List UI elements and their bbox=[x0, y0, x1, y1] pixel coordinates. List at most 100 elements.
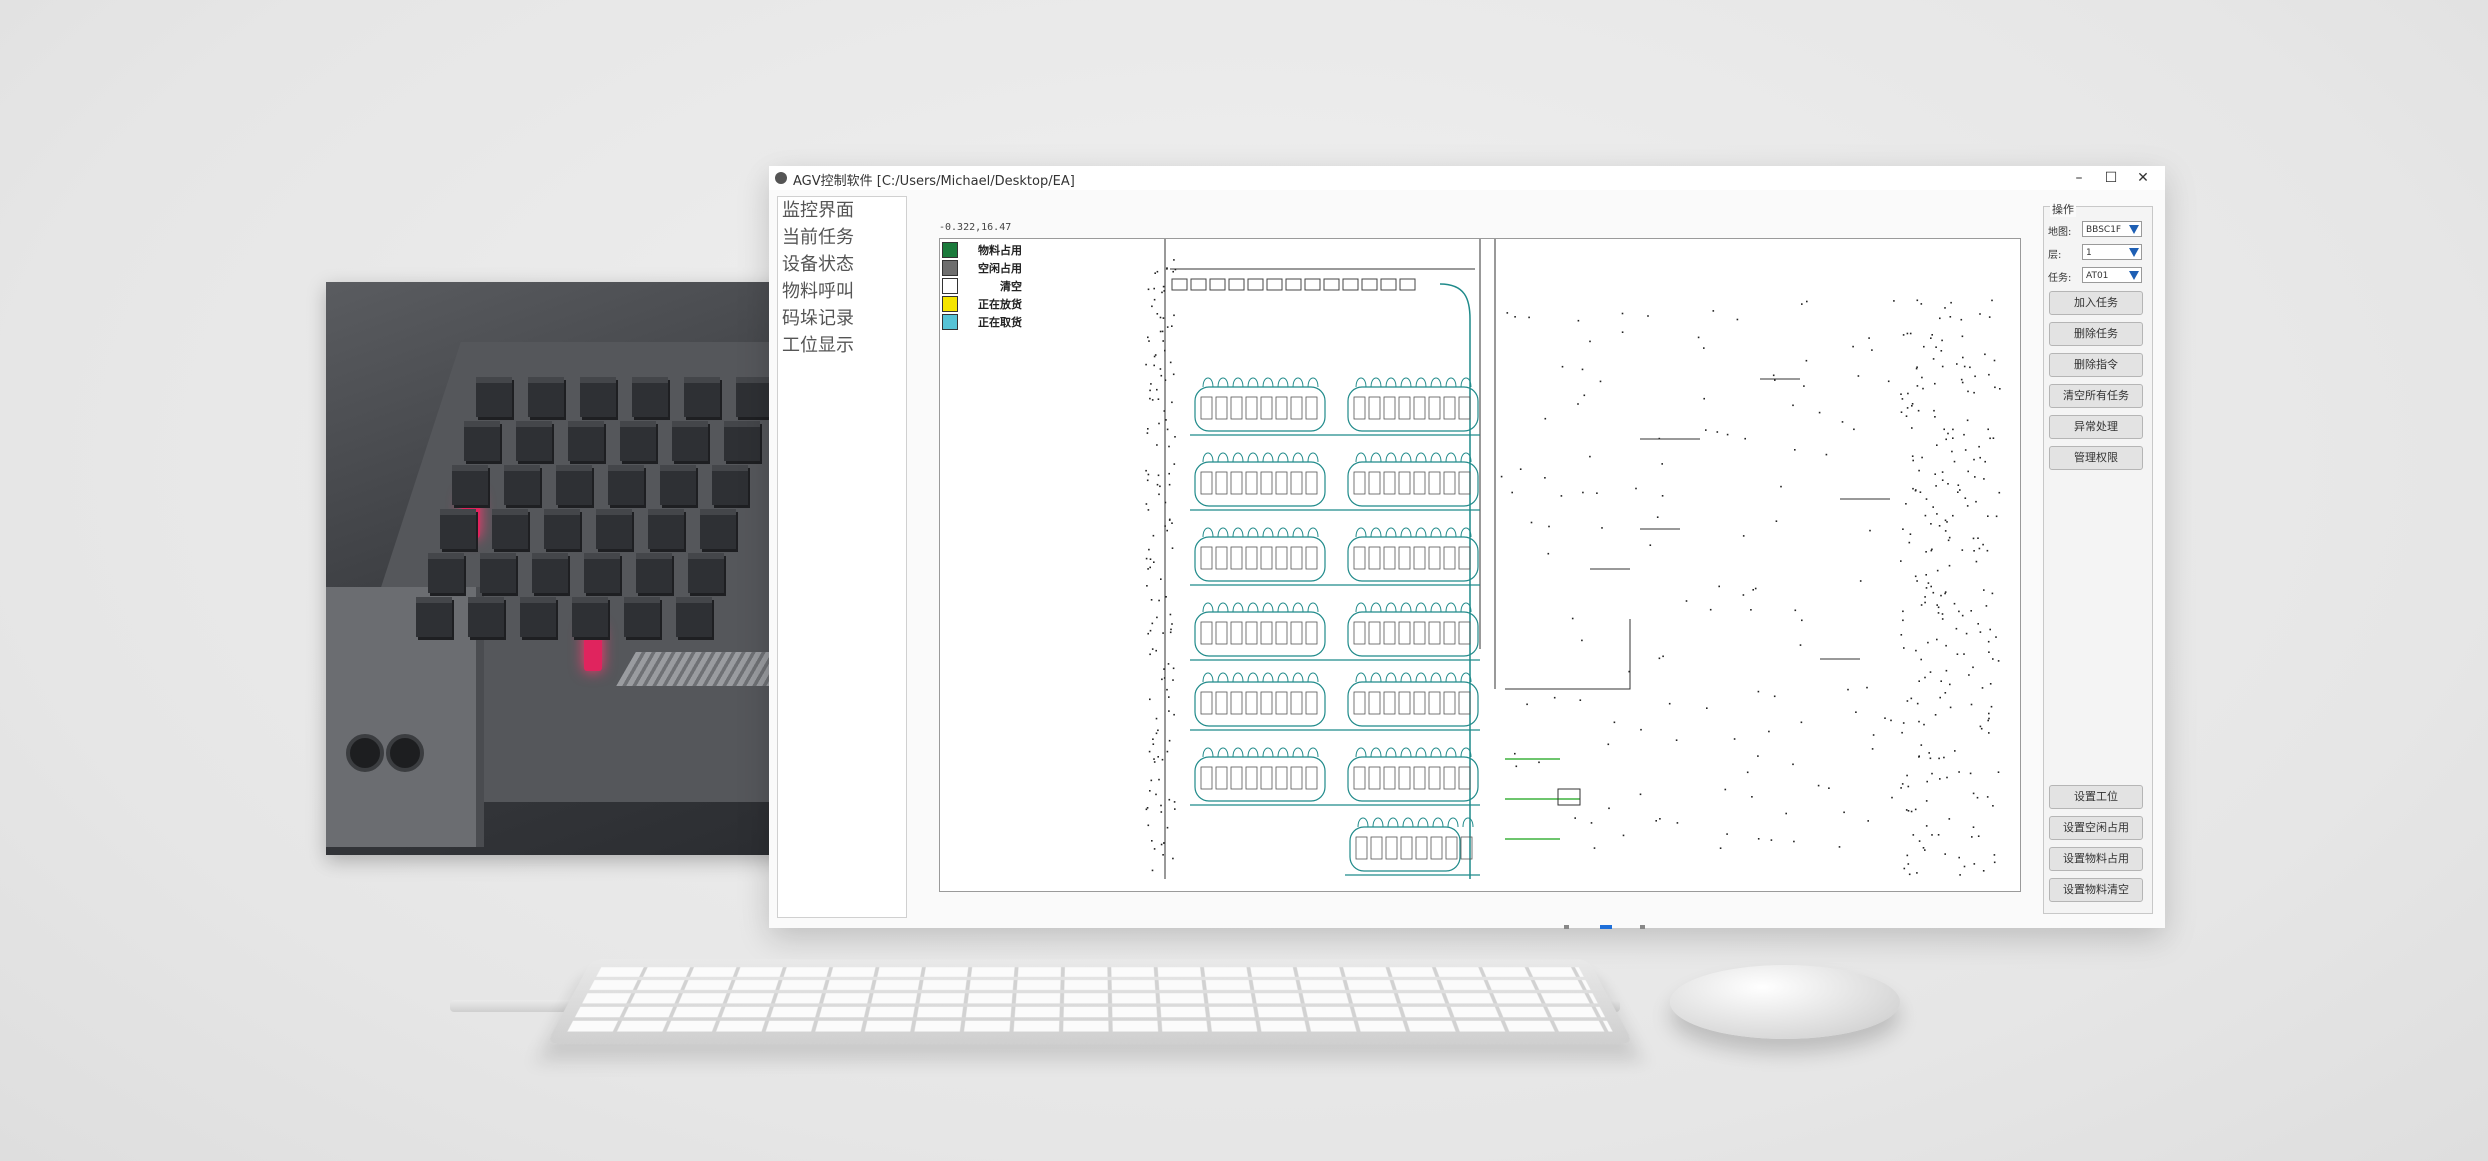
scan-point bbox=[1168, 696, 1170, 698]
scan-point bbox=[1149, 653, 1151, 656]
scan-point bbox=[1995, 515, 1998, 518]
scan-point bbox=[1150, 599, 1153, 601]
task-select[interactable]: AT01 bbox=[2082, 267, 2142, 283]
floor-select[interactable]: 1 bbox=[2082, 244, 2142, 260]
nav-item-monitor[interactable]: 监控界面 bbox=[782, 197, 906, 224]
taskbar-active-dot bbox=[1600, 925, 1612, 929]
storage-slot bbox=[1275, 691, 1288, 715]
scan-point bbox=[1986, 796, 1989, 798]
route-arc bbox=[1372, 817, 1384, 828]
scan-point bbox=[1596, 492, 1598, 494]
delete-command-button[interactable]: 删除指令 bbox=[2049, 353, 2143, 377]
scan-point bbox=[1857, 375, 1860, 377]
route-arc bbox=[1430, 602, 1442, 613]
scan-point bbox=[1940, 680, 1942, 682]
map-select[interactable]: BBSC1F bbox=[2082, 221, 2142, 237]
storage-slot bbox=[1353, 546, 1366, 570]
storage-slot bbox=[1353, 691, 1366, 715]
scan-point bbox=[1918, 469, 1920, 472]
delete-task-button[interactable]: 删除任务 bbox=[2049, 322, 2143, 346]
scan-point bbox=[1547, 552, 1550, 555]
scan-point bbox=[1156, 270, 1159, 273]
exception-handling-button[interactable]: 异常处理 bbox=[2049, 415, 2143, 439]
scan-point bbox=[1934, 416, 1936, 418]
scan-point bbox=[1932, 358, 1935, 360]
scan-point bbox=[1168, 483, 1171, 486]
station-cell bbox=[1342, 278, 1359, 291]
scan-point bbox=[1161, 758, 1164, 761]
route-arc bbox=[1355, 377, 1367, 388]
set-material-occupied-button[interactable]: 设置物料占用 bbox=[2049, 847, 2143, 871]
scan-point bbox=[1948, 564, 1951, 567]
scan-point bbox=[1157, 474, 1160, 477]
storage-slot bbox=[1275, 471, 1288, 495]
scan-point bbox=[1171, 522, 1173, 524]
route-arc bbox=[1430, 377, 1442, 388]
agv-map-canvas[interactable]: 物料占用 空闲占用 清空 正在放货 正在取货 bbox=[939, 238, 2021, 892]
route-arc bbox=[1277, 377, 1289, 388]
legend-swatch bbox=[942, 296, 958, 312]
scan-point bbox=[1917, 409, 1920, 412]
route-arc bbox=[1292, 452, 1304, 463]
nav-item-palletizing-log[interactable]: 码垛记录 bbox=[782, 305, 906, 332]
truck-wheel bbox=[346, 734, 384, 772]
legend-item: 清空 bbox=[942, 277, 1022, 295]
storage-slot bbox=[1230, 546, 1243, 570]
nav-item-device-status[interactable]: 设备状态 bbox=[782, 251, 906, 278]
scan-point bbox=[1944, 519, 1947, 522]
route-loop bbox=[1347, 386, 1479, 432]
scan-point bbox=[1987, 719, 1989, 722]
scan-point bbox=[1924, 676, 1926, 679]
scan-point bbox=[1164, 379, 1167, 381]
pallet-box bbox=[660, 465, 696, 505]
nav-item-material-call[interactable]: 物料呼叫 bbox=[782, 278, 906, 305]
scan-point bbox=[1984, 460, 1986, 463]
clear-all-tasks-button[interactable]: 清空所有任务 bbox=[2049, 384, 2143, 408]
scan-point bbox=[1903, 647, 1905, 649]
map-drawing bbox=[1145, 239, 2001, 879]
scan-point bbox=[1951, 450, 1953, 453]
scan-point bbox=[1915, 649, 1917, 652]
scan-point bbox=[1158, 778, 1160, 781]
taskbar-dot bbox=[1564, 925, 1569, 929]
scan-point bbox=[1149, 566, 1151, 569]
scan-point bbox=[1968, 674, 1970, 676]
nav-item-current-task[interactable]: 当前任务 bbox=[782, 224, 906, 251]
close-button[interactable]: ✕ bbox=[2123, 168, 2163, 188]
storage-slot bbox=[1353, 471, 1366, 495]
scan-point bbox=[1975, 560, 1978, 563]
scan-point bbox=[1965, 632, 1968, 635]
scan-point bbox=[1622, 834, 1625, 837]
scan-point bbox=[1828, 787, 1830, 789]
route-arc bbox=[1292, 602, 1304, 613]
storage-slot bbox=[1245, 396, 1258, 420]
set-station-button[interactable]: 设置工位 bbox=[2049, 785, 2143, 809]
scan-point bbox=[1979, 631, 1982, 633]
scan-point bbox=[1656, 516, 1659, 518]
scan-point bbox=[1162, 285, 1165, 288]
scan-point bbox=[1147, 568, 1149, 570]
scan-point bbox=[1608, 807, 1610, 810]
scan-point bbox=[1944, 591, 1947, 593]
legend-label: 正在放货 bbox=[978, 298, 1022, 311]
manage-permissions-button[interactable]: 管理权限 bbox=[2049, 446, 2143, 470]
route-arc bbox=[1307, 527, 1319, 538]
scan-point bbox=[1841, 421, 1844, 423]
scan-point bbox=[1914, 808, 1917, 811]
storage-slot bbox=[1385, 836, 1398, 860]
storage-slot bbox=[1200, 691, 1213, 715]
scan-point bbox=[1145, 363, 1147, 366]
scan-point bbox=[1152, 743, 1155, 745]
wall-line bbox=[1164, 239, 1631, 879]
scan-point bbox=[1147, 288, 1150, 291]
nav-item-station-display[interactable]: 工位显示 bbox=[782, 332, 906, 359]
add-task-button[interactable]: 加入任务 bbox=[2049, 291, 2143, 315]
scan-point bbox=[1168, 519, 1171, 521]
legend-item: 空闲占用 bbox=[942, 259, 1022, 277]
scan-point bbox=[1843, 811, 1845, 814]
scan-point bbox=[1941, 479, 1944, 481]
set-material-clear-button[interactable]: 设置物料清空 bbox=[2049, 878, 2143, 902]
route-arc bbox=[1202, 452, 1214, 463]
set-idle-occupied-button[interactable]: 设置空闲占用 bbox=[2049, 816, 2143, 840]
scan-point bbox=[1934, 473, 1936, 475]
